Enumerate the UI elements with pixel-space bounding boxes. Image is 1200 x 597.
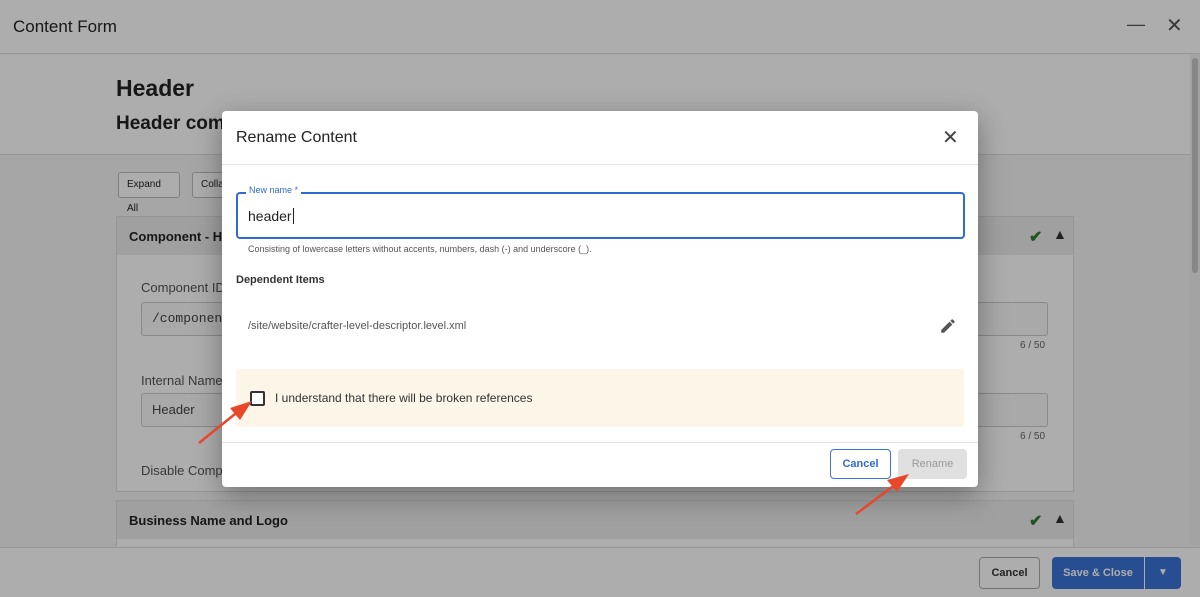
text-cursor	[292, 208, 294, 224]
edit-pencil-icon[interactable]	[939, 317, 957, 335]
dependent-item-path: /site/website/crafter-level-descriptor.l…	[248, 320, 467, 332]
rename-content-dialog: Rename Content ✕ New name * header Consi…	[222, 111, 978, 487]
broken-references-warning: I understand that there will be broken r…	[236, 369, 964, 427]
confirm-checkbox-label[interactable]: I understand that there will be broken r…	[275, 391, 532, 405]
new-name-helper-text: Consisting of lowercase letters without …	[248, 244, 592, 254]
confirm-broken-references-checkbox[interactable]	[250, 391, 265, 406]
close-icon[interactable]: ✕	[942, 125, 959, 150]
dialog-title: Rename Content	[236, 129, 357, 146]
rename-button[interactable]: Rename	[898, 449, 967, 479]
divider	[222, 164, 978, 165]
new-name-label: New name *	[246, 185, 302, 195]
new-name-value: header	[248, 208, 292, 224]
cancel-button[interactable]: Cancel	[830, 449, 891, 479]
new-name-input[interactable]: New name * header	[236, 185, 965, 239]
divider	[222, 442, 978, 443]
dependent-items-title: Dependent Items	[236, 274, 325, 286]
dependent-item-row: /site/website/crafter-level-descriptor.l…	[236, 297, 964, 355]
